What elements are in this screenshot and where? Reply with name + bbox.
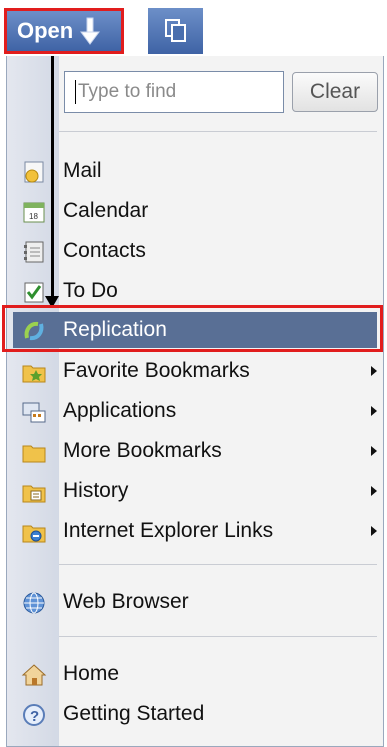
menu-item-home[interactable]: Home	[13, 656, 377, 692]
folder-icon	[22, 445, 46, 463]
menu-separator	[59, 636, 377, 637]
home-icon	[21, 664, 47, 686]
annotation-highlight-box	[2, 305, 383, 352]
menu-item-web-browser[interactable]: Web Browser	[13, 584, 377, 620]
menu-item-label: Mail	[63, 159, 102, 182]
dropdown-menu: Type to find Clear Mail 18 Calendar Cont…	[6, 56, 384, 747]
menu-separator	[59, 131, 377, 132]
menu-item-label: Web Browser	[63, 590, 189, 613]
menu-item-label: Home	[63, 662, 120, 685]
submenu-arrow-icon	[371, 446, 377, 456]
svg-text:18: 18	[29, 212, 38, 221]
menu-item-label: Contacts	[63, 239, 146, 262]
menu-item-label: Internet Explorer Links	[63, 519, 274, 542]
calendar-icon: 18	[23, 202, 45, 223]
submenu-arrow-icon	[371, 486, 377, 496]
menu-item-label: Getting Started	[63, 702, 205, 725]
text-caret	[75, 80, 76, 104]
menu-item-todo[interactable]: To Do	[13, 273, 377, 309]
clear-button[interactable]: Clear	[292, 72, 378, 112]
menu-item-favorite-bookmarks[interactable]: Favorite Bookmarks	[13, 353, 377, 389]
contacts-icon	[24, 241, 44, 263]
search-row: Type to find Clear	[64, 71, 380, 113]
menu-item-label: Favorite Bookmarks	[63, 359, 250, 382]
menu-item-mail[interactable]: Mail	[13, 153, 377, 189]
menu-item-getting-started[interactable]: ? Getting Started	[13, 696, 377, 732]
menu-item-more-bookmarks[interactable]: More Bookmarks	[13, 433, 377, 469]
search-input[interactable]: Type to find	[64, 71, 284, 113]
menu-separator	[59, 564, 377, 565]
menu-item-label: History	[63, 479, 129, 502]
menu-item-internet-explorer-links[interactable]: Internet Explorer Links	[13, 513, 377, 549]
open-button-label: Open	[17, 18, 74, 43]
open-button[interactable]: Open	[4, 8, 124, 54]
top-toolbar: Open	[0, 0, 387, 56]
submenu-arrow-icon	[371, 366, 377, 376]
applications-icon	[22, 402, 46, 423]
menu-item-calendar[interactable]: 18 Calendar	[13, 193, 377, 229]
menu-item-label: Calendar	[63, 199, 149, 222]
menu-item-label: More Bookmarks	[63, 439, 222, 462]
history-folder-icon	[22, 485, 46, 503]
menu-item-label: Applications	[63, 399, 177, 422]
search-placeholder: Type to find	[78, 81, 177, 102]
todo-icon	[24, 282, 44, 303]
folder-star-icon	[22, 365, 46, 383]
help-icon: ?	[23, 704, 45, 726]
ie-folder-icon	[22, 525, 46, 543]
submenu-arrow-icon	[371, 406, 377, 416]
mail-icon	[24, 161, 44, 183]
svg-text:?: ?	[30, 708, 39, 725]
menu-item-contacts[interactable]: Contacts	[13, 233, 377, 269]
menu-item-applications[interactable]: Applications	[13, 393, 377, 429]
windows-icon	[164, 19, 186, 42]
menu-item-label: To Do	[63, 279, 118, 302]
globe-icon	[23, 592, 45, 614]
submenu-arrow-icon	[371, 526, 377, 536]
down-arrow-icon	[80, 17, 101, 45]
windows-button[interactable]	[148, 8, 203, 54]
menu-item-history[interactable]: History	[13, 473, 377, 509]
annotation-arrow-line	[51, 56, 54, 301]
